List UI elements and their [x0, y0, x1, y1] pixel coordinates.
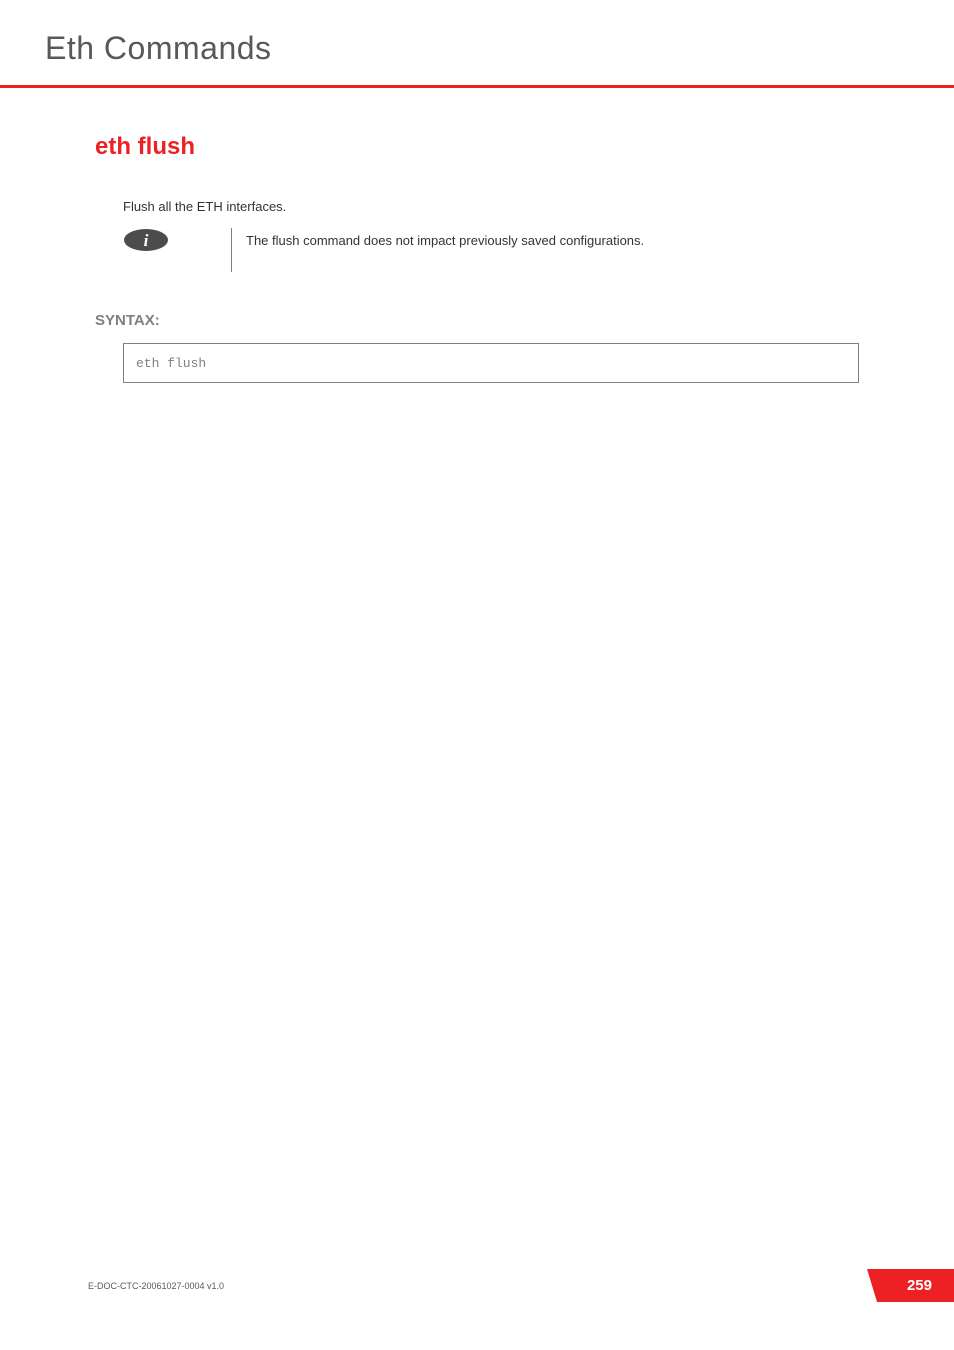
- svg-text:i: i: [144, 231, 149, 250]
- page-number: 259: [907, 1277, 932, 1294]
- syntax-code: eth flush: [136, 356, 206, 371]
- command-description: Flush all the ETH interfaces.: [95, 199, 859, 214]
- page-header: Eth Commands: [0, 0, 954, 67]
- command-title: eth flush: [95, 133, 859, 161]
- info-text: The flush command does not impact previo…: [246, 228, 644, 248]
- page-footer: E-DOC-CTC-20061027-0004 v1.0 259: [0, 1269, 954, 1302]
- info-icon: i: [123, 228, 169, 252]
- info-divider: [231, 228, 232, 272]
- doc-id: E-DOC-CTC-20061027-0004 v1.0: [88, 1281, 224, 1291]
- syntax-label: SYNTAX:: [95, 312, 859, 329]
- content-area: eth flush Flush all the ETH interfaces. …: [0, 88, 954, 383]
- info-block: i The flush command does not impact prev…: [95, 228, 859, 272]
- syntax-box: eth flush: [123, 343, 859, 383]
- breadcrumb-title: Eth Commands: [45, 30, 954, 67]
- page-number-box: 259: [877, 1269, 954, 1302]
